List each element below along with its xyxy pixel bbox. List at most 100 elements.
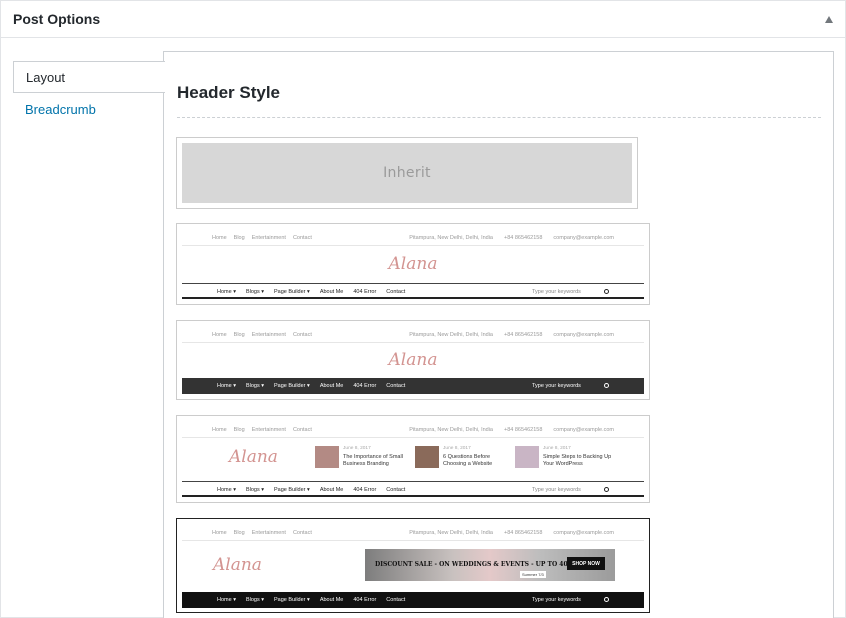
nav-items: Home ▾ Blogs ▾ Page Builder ▾ About Me 404 E… bbox=[217, 597, 415, 603]
preview-nav: Home ▾ Blogs ▾ Page Builder ▾ About Me 404 E… bbox=[182, 592, 644, 608]
preview-logo: Alana bbox=[229, 447, 278, 467]
topbar-email: company@example.com bbox=[553, 235, 614, 241]
topbar-link: Entertainment bbox=[251, 235, 286, 241]
preview-topbar: Home Blog Entertainment Contact Pitampura, N… bbox=[182, 523, 644, 541]
topbar-link: Home bbox=[212, 427, 227, 433]
nav-item: 404 Error bbox=[353, 487, 377, 493]
preview-topbar: Home Blog Entertainment Contact Pitampura, N… bbox=[182, 420, 644, 438]
collapse-toggle-icon[interactable] bbox=[825, 15, 833, 23]
topbar-email: company@example.com bbox=[553, 530, 614, 536]
preview-topbar: Home Blog Entertainment Contact Pitampura, N… bbox=[182, 228, 644, 246]
tab-breadcrumb[interactable]: Breadcrumb bbox=[13, 93, 164, 125]
topbar-link: Blog bbox=[233, 427, 245, 433]
topbar-link: Contact bbox=[292, 530, 312, 536]
nav-item: Contact bbox=[386, 383, 406, 389]
topbar-phone: +84 865462158 bbox=[504, 427, 543, 433]
nav-items: Home ▾ Blogs ▾ Page Builder ▾ About Me 404 E… bbox=[217, 487, 415, 493]
topbar-link: Home bbox=[212, 530, 227, 536]
preview-logo: Alana bbox=[213, 555, 262, 575]
header-option-style-4[interactable]: Home Blog Entertainment Contact Pitampura, N… bbox=[176, 518, 650, 613]
header-option-style-1[interactable]: Home Blog Entertainment Contact Pitampura, N… bbox=[176, 223, 650, 305]
nav-item: About Me bbox=[319, 487, 344, 493]
search-icon bbox=[604, 383, 609, 388]
topbar-link: Entertainment bbox=[251, 332, 286, 338]
nav-item: Blogs ▾ bbox=[245, 487, 265, 493]
topbar-links: Home Blog Entertainment Contact bbox=[212, 332, 319, 338]
topbar-email: company@example.com bbox=[553, 427, 614, 433]
topbar-links: Home Blog Entertainment Contact bbox=[212, 427, 319, 433]
nav-items: Home ▾ Blogs ▾ Page Builder ▾ About Me 404 E… bbox=[217, 383, 415, 389]
topbar-link: Blog bbox=[233, 530, 245, 536]
post-date: June 8, 2017 bbox=[543, 446, 571, 451]
tab-content: Header Style Inherit Home Blog Entertainme… bbox=[163, 51, 834, 618]
topbar-link: Home bbox=[212, 332, 227, 338]
inherit-label: Inherit bbox=[182, 143, 632, 203]
header-option-style-2[interactable]: Home Blog Entertainment Contact Pitampura, N… bbox=[176, 320, 650, 400]
search-icon bbox=[604, 487, 609, 492]
nav-search-placeholder: Type your keywords bbox=[532, 487, 581, 493]
nav-item: Blogs ▾ bbox=[245, 289, 265, 295]
preview-nav: Home ▾ Blogs ▾ Page Builder ▾ About Me 404 E… bbox=[182, 283, 644, 299]
topbar-address: Pitampura, New Delhi, Delhi, India bbox=[409, 427, 493, 433]
topbar-contact: Pitampura, New Delhi, Delhi, India +84 86… bbox=[398, 332, 614, 338]
preview-logo: Alana bbox=[388, 350, 438, 370]
nav-item: About Me bbox=[319, 289, 344, 295]
post-date: June 8, 2017 bbox=[343, 446, 371, 451]
topbar-links: Home Blog Entertainment Contact bbox=[212, 530, 319, 536]
topbar-link: Contact bbox=[292, 427, 312, 433]
nav-item: Home ▾ bbox=[217, 289, 236, 295]
tab-sidebar: Layout Breadcrumb bbox=[13, 61, 165, 125]
topbar-link: Entertainment bbox=[251, 530, 286, 536]
header-option-inherit[interactable]: Inherit bbox=[176, 137, 638, 209]
nav-item: Page Builder ▾ bbox=[274, 289, 310, 295]
post-thumbnail bbox=[415, 446, 439, 468]
header-option-style-3[interactable]: Home Blog Entertainment Contact Pitampura, N… bbox=[176, 415, 650, 503]
nav-search-placeholder: Type your keywords bbox=[532, 383, 581, 389]
topbar-phone: +84 865462158 bbox=[504, 530, 543, 536]
topbar-link: Contact bbox=[292, 332, 312, 338]
nav-search-placeholder: Type your keywords bbox=[532, 289, 581, 295]
nav-item: Home ▾ bbox=[217, 597, 236, 603]
tab-layout[interactable]: Layout bbox=[13, 61, 165, 93]
topbar-contact: Pitampura, New Delhi, Delhi, India +84 86… bbox=[398, 530, 614, 536]
topbar-link: Blog bbox=[233, 332, 245, 338]
topbar-link: Entertainment bbox=[251, 427, 286, 433]
preview-post: June 8, 2017 The Importance of Small Bus… bbox=[315, 444, 410, 470]
post-title: The Importance of Small Business Brandin… bbox=[343, 454, 403, 467]
nav-item: Page Builder ▾ bbox=[274, 383, 310, 389]
nav-item: Contact bbox=[386, 289, 406, 295]
banner-text: DISCOUNT SALE - ON WEDDINGS & EVENTS - U… bbox=[375, 561, 590, 568]
topbar-contact: Pitampura, New Delhi, Delhi, India +84 86… bbox=[398, 235, 614, 241]
panel-header: Post Options bbox=[1, 1, 845, 38]
post-date: June 8, 2017 bbox=[443, 446, 471, 451]
search-icon bbox=[604, 289, 609, 294]
topbar-address: Pitampura, New Delhi, Delhi, India bbox=[409, 530, 493, 536]
post-options-panel: Post Options Layout Breadcrumb Header St… bbox=[0, 0, 846, 618]
post-title: Simple Steps to Backing Up Your WordPres… bbox=[543, 454, 612, 467]
nav-item: Contact bbox=[386, 597, 406, 603]
preview-nav: Home ▾ Blogs ▾ Page Builder ▾ About Me 404 E… bbox=[182, 481, 644, 497]
section-title: Header Style bbox=[177, 83, 280, 102]
preview-logo: Alana bbox=[388, 254, 438, 274]
nav-item: 404 Error bbox=[353, 383, 377, 389]
nav-item: Blogs ▾ bbox=[245, 597, 265, 603]
nav-item: Home ▾ bbox=[217, 383, 236, 389]
preview-topbar: Home Blog Entertainment Contact Pitampura, N… bbox=[182, 325, 644, 343]
topbar-phone: +84 865462158 bbox=[504, 235, 543, 241]
panel-title: Post Options bbox=[13, 11, 101, 27]
nav-item: Home ▾ bbox=[217, 487, 236, 493]
topbar-link: Contact bbox=[292, 235, 312, 241]
preview-ad-banner: DISCOUNT SALE - ON WEDDINGS & EVENTS - U… bbox=[365, 549, 615, 581]
topbar-address: Pitampura, New Delhi, Delhi, India bbox=[409, 235, 493, 241]
post-title: 6 Questions Before Choosing a Website bbox=[443, 454, 493, 467]
nav-item: Page Builder ▾ bbox=[274, 487, 310, 493]
search-icon bbox=[604, 597, 609, 602]
topbar-link: Home bbox=[212, 235, 227, 241]
nav-item: 404 Error bbox=[353, 597, 377, 603]
topbar-contact: Pitampura, New Delhi, Delhi, India +84 86… bbox=[398, 427, 614, 433]
preview-post: June 8, 2017 Simple Steps to Backing Up … bbox=[515, 444, 612, 470]
banner-tag: Summer 7/3 bbox=[520, 571, 546, 578]
preview-post: June 8, 2017 6 Questions Before Choosing… bbox=[415, 444, 510, 470]
topbar-link: Blog bbox=[233, 235, 245, 241]
topbar-address: Pitampura, New Delhi, Delhi, India bbox=[409, 332, 493, 338]
